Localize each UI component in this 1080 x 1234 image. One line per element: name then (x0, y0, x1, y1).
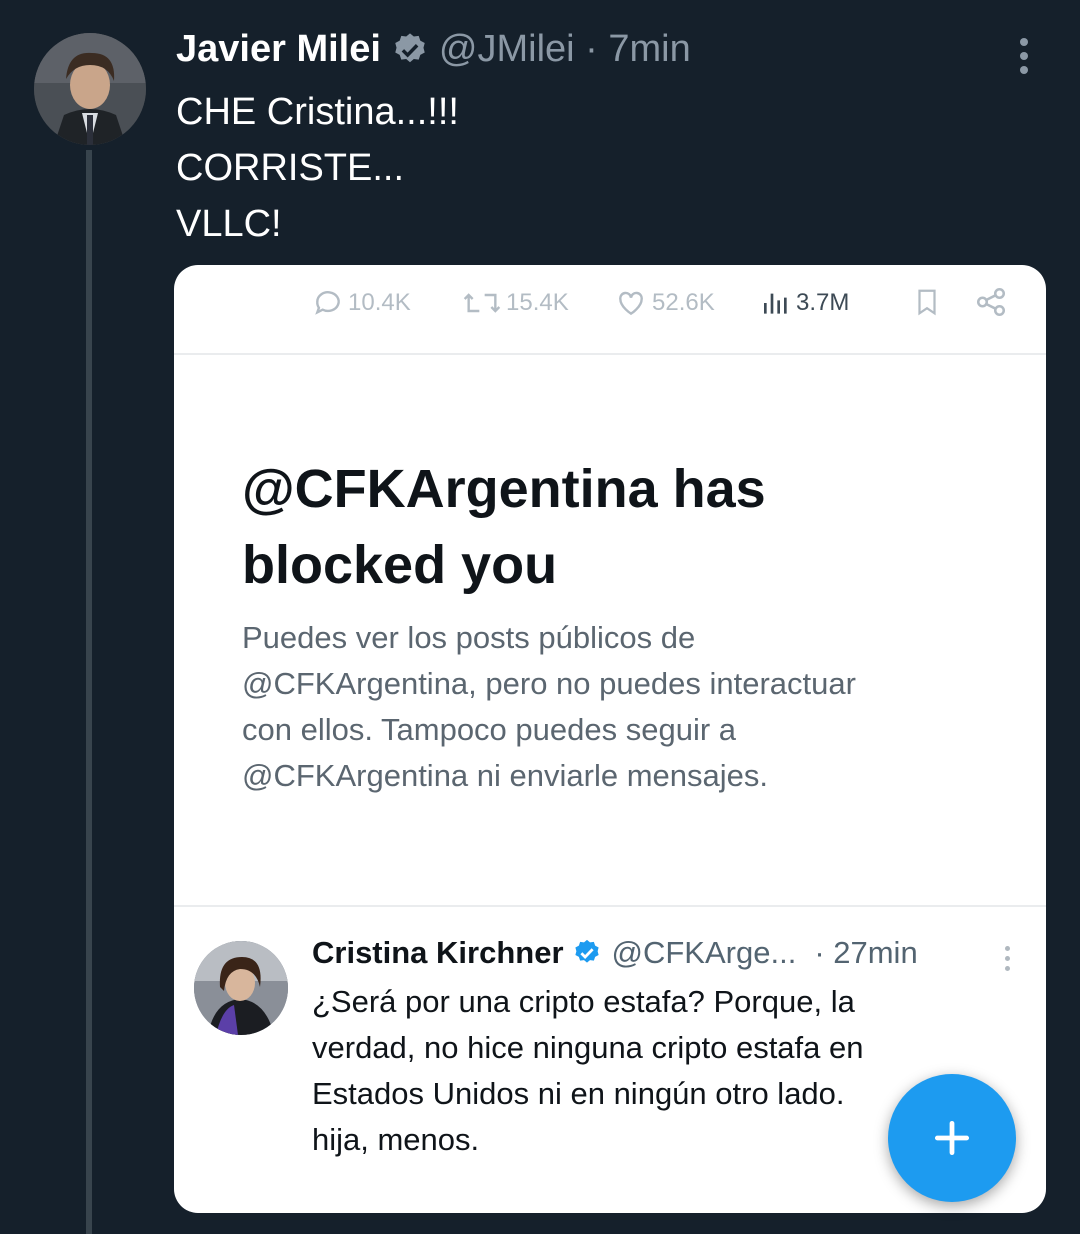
post-header: Javier Milei @JMilei · 7min (176, 28, 691, 71)
verified-badge-icon (391, 31, 429, 69)
quoted-author-name[interactable]: Cristina Kirchner (312, 935, 564, 971)
quoted-handle: @CFKArge... (611, 935, 797, 970)
handle-and-time: @JMilei · 7min (438, 28, 691, 70)
bookmark-icon[interactable] (912, 285, 942, 324)
post-text: CHE Cristina...!!! CORRISTE... VLLC! (176, 84, 459, 252)
repost-count: 15.4K (506, 289, 569, 316)
quoted-time: · 27min (814, 935, 918, 970)
post-text-line: VLLC! (176, 203, 282, 245)
quoted-text-line: ¿Será por una cripto estafa? Porque, la (312, 984, 855, 1019)
post-text-line: CHE Cristina...!!! (176, 91, 459, 133)
share-icon[interactable] (974, 285, 1008, 324)
blocked-description-line: @CFKArgentina, pero no puedes interactua… (242, 666, 856, 701)
views-count: 3.7M (796, 289, 850, 316)
compose-button[interactable] (888, 1074, 1016, 1202)
reply-count: 10.4K (348, 289, 411, 316)
post-text-line: CORRISTE... (176, 147, 405, 189)
thread-line (86, 150, 92, 1234)
reply-stat[interactable]: 10.4K (312, 287, 411, 319)
more-icon[interactable] (1006, 34, 1042, 78)
like-count: 52.6K (652, 289, 715, 316)
quoted-avatar[interactable] (194, 941, 288, 1035)
quoted-text-line: verdad, no hice ninguna cripto estafa en (312, 1030, 864, 1065)
views-icon (764, 293, 787, 314)
reply-icon (315, 291, 340, 315)
blocked-description-line: con ellos. Tampoco puedes seguir a (242, 712, 737, 747)
blocked-title-line: blocked you (242, 535, 558, 595)
blocked-title: @CFKArgentina has blocked you (242, 451, 1002, 603)
divider (174, 905, 1046, 907)
more-icon[interactable] (1000, 943, 1014, 975)
compose-plus-icon (934, 1120, 970, 1156)
blocked-description-line: @CFKArgentina ni enviarle mensajes. (242, 758, 768, 793)
like-icon (619, 291, 643, 316)
like-stat[interactable]: 52.6K (614, 287, 715, 319)
author-name[interactable]: Javier Milei (176, 28, 381, 71)
quoted-header: Cristina Kirchner @CFKArge... · 27min (312, 935, 918, 971)
verified-badge-icon (574, 939, 599, 963)
embedded-screenshot[interactable]: 10.4K 15.4K 52.6K 3.7M @CFKArgentina has… (174, 265, 1046, 1213)
blocked-description: Puedes ver los posts públicos de @CFKArg… (242, 615, 1002, 799)
blocked-description-line: Puedes ver los posts públicos de (242, 620, 696, 655)
repost-stat[interactable]: 15.4K (462, 287, 569, 319)
stats-row: 10.4K 15.4K 52.6K 3.7M (174, 265, 1046, 355)
views-stat[interactable]: 3.7M (760, 287, 849, 319)
avatar[interactable] (34, 33, 146, 145)
repost-icon (463, 293, 501, 313)
blocked-title-line: @CFKArgentina has (242, 459, 766, 519)
